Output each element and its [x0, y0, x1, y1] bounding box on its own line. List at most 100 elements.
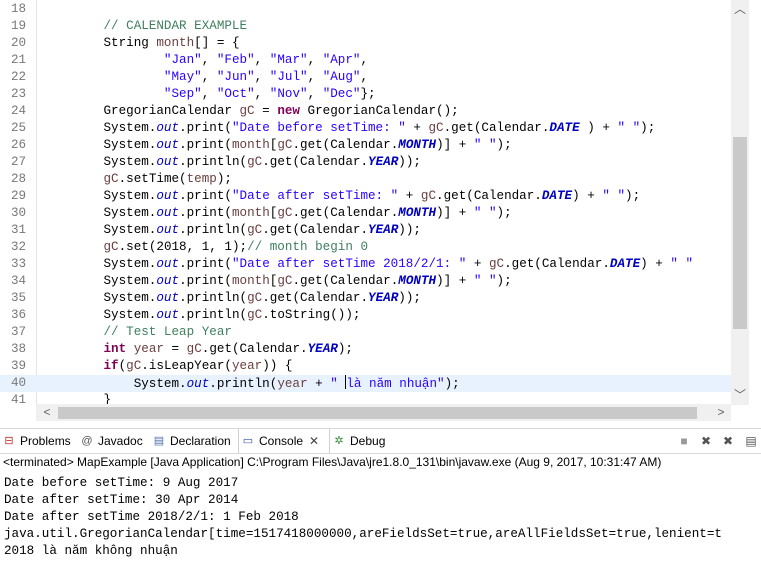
line-number: 23	[11, 87, 27, 101]
code-line[interactable]: 20 String month[] = {	[0, 35, 731, 52]
code-text: "May", "Jun", "Jul", "Aug",	[163, 70, 369, 84]
code-text: System.out.print("Date before setTime: "…	[43, 121, 656, 135]
code-line[interactable]: 18	[0, 1, 731, 18]
problems-icon: ⊟	[4, 435, 14, 447]
line-number: 19	[11, 19, 27, 33]
line-number: 29	[11, 189, 27, 203]
code-line[interactable]: 29 System.out.print("Date after setTime:…	[0, 188, 731, 205]
line-number: 40	[11, 376, 27, 390]
tab-console[interactable]: ▭ Console ✕	[238, 429, 330, 453]
horizontal-scrollbar[interactable]: < >	[36, 404, 731, 421]
code-line[interactable]: 37 // Test Leap Year	[0, 324, 731, 341]
tab-label: Debug	[350, 434, 386, 448]
tab-label: Declaration	[170, 434, 231, 448]
code-line[interactable]: 28 gC.setTime(temp);	[0, 171, 731, 188]
line-number: 41	[11, 393, 27, 405]
console-output-line: Date before setTime: 9 Aug 2017	[4, 476, 239, 490]
code-line[interactable]: 36 System.out.println(gC.toString());	[0, 307, 731, 324]
scroll-down-arrow-icon[interactable]: ﹀	[734, 389, 746, 401]
scroll-left-arrow-icon[interactable]: <	[41, 406, 53, 418]
line-number: 31	[11, 223, 27, 237]
code-editor[interactable]: 18 19 // CALENDAR EXAMPLE 20 String month[…	[0, 0, 761, 405]
code-line[interactable]: 22 "May", "Jun", "Jul", "Aug",	[0, 69, 731, 86]
code-line[interactable]: 35 System.out.println(gC.get(Calendar.YE…	[0, 290, 731, 307]
code-text: System.out.print(month[gC.get(Calendar.M…	[43, 206, 512, 220]
code-text: GregorianCalendar gC = new GregorianCale…	[43, 104, 459, 118]
tab-declaration[interactable]: ▤ Declaration	[152, 429, 236, 453]
code-line[interactable]: 40 System.out.println(year + " là năm nh…	[0, 375, 731, 392]
tab-label: Problems	[20, 434, 71, 448]
code-text: int year = gC.get(Calendar.YEAR);	[103, 342, 353, 356]
code-text: System.out.println(gC.toString());	[43, 308, 361, 322]
declaration-icon: ▤	[153, 435, 165, 447]
code-line[interactable]: 34 System.out.print(month[gC.get(Calenda…	[0, 273, 731, 290]
line-number: 20	[11, 36, 27, 50]
line-number: 36	[11, 308, 27, 322]
scroll-right-arrow-icon[interactable]: >	[715, 406, 727, 418]
console-output-line: Date after setTime 2018/2/1: 1 Feb 2018	[4, 510, 299, 524]
code-text: // Test Leap Year	[43, 325, 232, 339]
console-output-line: 2018 là năm không nhuận	[4, 544, 178, 558]
code-text: System.out.print(month[gC.get(Calendar.M…	[43, 274, 512, 288]
remove-launch-icon[interactable]: ✖	[699, 434, 713, 448]
console-output-line: java.util.GregorianCalendar[time=1517418…	[4, 527, 722, 541]
remove-all-terminated-icon[interactable]: ✖	[721, 434, 735, 448]
line-number: 25	[11, 121, 27, 135]
code-line[interactable]: 27 System.out.println(gC.get(Calendar.YE…	[0, 154, 731, 171]
line-number: 34	[11, 274, 27, 288]
console-output[interactable]: Date before setTime: 9 Aug 2017 Date afte…	[0, 473, 761, 563]
code-text: "Sep", "Oct", "Nov", "Dec"};	[163, 87, 376, 101]
code-text: gC.setTime(temp);	[103, 172, 232, 186]
code-line[interactable]: 30 System.out.print(month[gC.get(Calenda…	[0, 205, 731, 222]
javadoc-icon: @	[81, 435, 93, 447]
editor-right-margin	[749, 0, 761, 405]
line-number: 32	[11, 240, 27, 254]
code-line[interactable]: 26 System.out.print(month[gC.get(Calenda…	[0, 137, 731, 154]
code-line[interactable]: 39 if(gC.isLeapYear(year)) {	[0, 358, 731, 375]
code-line[interactable]: 38 int year = gC.get(Calendar.YEAR);	[0, 341, 731, 358]
code-text: if(gC.isLeapYear(year)) {	[103, 359, 293, 373]
tab-debug[interactable]: ✲ Debug	[332, 429, 392, 453]
vertical-scrollbar[interactable]: ︿ ﹀	[731, 0, 749, 405]
line-number: 24	[11, 104, 27, 118]
tab-label: Javadoc	[98, 434, 143, 448]
code-text: System.out.print(month[gC.get(Calendar.M…	[43, 138, 512, 152]
line-number: 21	[11, 53, 27, 67]
terminate-icon[interactable]: ■	[677, 434, 691, 448]
code-text: System.out.println(year + " là năm nhuận…	[43, 375, 460, 391]
code-line[interactable]: 24 GregorianCalendar gC = new GregorianC…	[0, 103, 731, 120]
line-number: 27	[11, 155, 27, 169]
code-line[interactable]: 32 gC.set(2018, 1, 1);// month begin 0	[0, 239, 731, 256]
line-number: 38	[11, 342, 27, 356]
code-line[interactable]: 21 "Jan", "Feb", "Mar", "Apr",	[0, 52, 731, 69]
scroll-up-arrow-icon[interactable]: ︿	[734, 3, 746, 15]
line-number: 33	[11, 257, 27, 271]
code-text: System.out.println(gC.get(Calendar.YEAR)…	[43, 155, 421, 169]
view-menu-icon[interactable]: ▤	[744, 434, 758, 448]
code-text: System.out.print("Date after setTime: " …	[43, 189, 641, 203]
code-text: gC.set(2018, 1, 1);// month begin 0	[103, 240, 368, 254]
console-output-line: Date after setTime: 30 Apr 2014	[4, 493, 239, 507]
code-text: String month[] = {	[43, 36, 240, 50]
code-text: System.out.print("Date after setTime 201…	[43, 257, 694, 271]
line-number: 26	[11, 138, 27, 152]
code-text: System.out.println(gC.get(Calendar.YEAR)…	[43, 223, 421, 237]
tab-javadoc[interactable]: @ Javadoc	[80, 429, 148, 453]
code-line[interactable]: 31 System.out.println(gC.get(Calendar.YE…	[0, 222, 731, 239]
code-area[interactable]: 18 19 // CALENDAR EXAMPLE 20 String month[…	[0, 0, 731, 405]
line-number: 39	[11, 359, 27, 373]
line-number: 37	[11, 325, 27, 339]
line-number: 35	[11, 291, 27, 305]
code-line[interactable]: 19 // CALENDAR EXAMPLE	[0, 18, 731, 35]
code-line[interactable]: 23 "Sep", "Oct", "Nov", "Dec"};	[0, 86, 731, 103]
console-status-line: <terminated> MapExample [Java Applicatio…	[3, 455, 662, 469]
code-line[interactable]: 33 System.out.print("Date after setTime …	[0, 256, 731, 273]
code-line[interactable]: 25 System.out.print("Date before setTime…	[0, 120, 731, 137]
line-number: 28	[11, 172, 27, 186]
vertical-scroll-thumb[interactable]	[733, 137, 747, 329]
debug-icon: ✲	[334, 435, 344, 447]
tab-problems[interactable]: ⊟ Problems	[2, 429, 76, 453]
close-icon[interactable]: ✕	[309, 434, 319, 448]
horizontal-scroll-thumb[interactable]	[58, 407, 697, 419]
code-text: System.out.println(gC.get(Calendar.YEAR)…	[43, 291, 421, 305]
